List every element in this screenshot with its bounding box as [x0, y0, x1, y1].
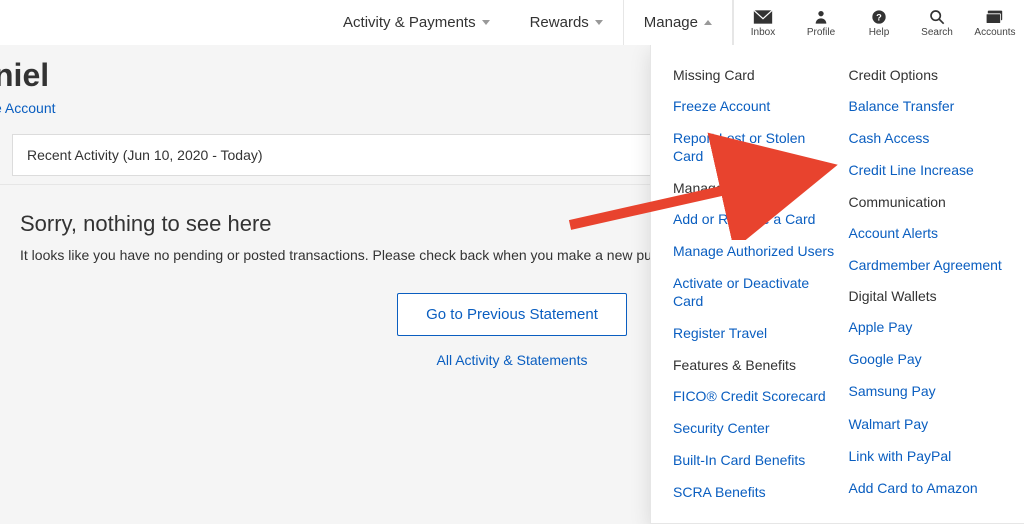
- dd-link-account-alerts[interactable]: Account Alerts: [849, 224, 1015, 242]
- icon-label: Inbox: [751, 27, 775, 38]
- nav-manage[interactable]: Manage: [623, 0, 733, 45]
- cards-icon: [985, 9, 1005, 25]
- account-link[interactable]: e Account: [0, 100, 56, 116]
- dd-link-scra-benefits[interactable]: SCRA Benefits: [673, 483, 839, 501]
- nav-label: Manage: [644, 14, 698, 31]
- dd-header-features-benefits: Features & Benefits: [673, 357, 839, 373]
- dd-link-google-pay[interactable]: Google Pay: [849, 350, 1015, 368]
- dd-link-cardmember-agreement[interactable]: Cardmember Agreement: [849, 256, 1015, 274]
- dd-link-credit-line-increase[interactable]: Credit Line Increase: [849, 161, 1015, 179]
- recent-activity-label: Recent Activity (Jun 10, 2020 - Today): [27, 147, 263, 163]
- dd-link-register-travel[interactable]: Register Travel: [673, 324, 839, 342]
- inbox-button[interactable]: Inbox: [734, 0, 792, 45]
- dd-link-card-benefits[interactable]: Built-In Card Benefits: [673, 451, 839, 469]
- dd-link-walmart-pay[interactable]: Walmart Pay: [849, 415, 1015, 433]
- dd-link-paypal[interactable]: Link with PayPal: [849, 447, 1015, 465]
- svg-text:?: ?: [876, 12, 882, 22]
- dd-link-add-replace-card[interactable]: Add or Replace a Card: [673, 210, 839, 228]
- manage-dropdown: Missing Card Freeze Account Report Lost …: [650, 45, 1024, 524]
- nav-rewards[interactable]: Rewards: [510, 0, 623, 45]
- icon-label: Accounts: [974, 27, 1015, 38]
- profile-button[interactable]: Profile: [792, 0, 850, 45]
- dd-header-communication: Communication: [849, 194, 1015, 210]
- previous-statement-button[interactable]: Go to Previous Statement: [397, 293, 627, 336]
- person-icon: [811, 9, 831, 25]
- dd-link-activate-deactivate[interactable]: Activate or Deactivate Card: [673, 274, 839, 310]
- nav-label: Rewards: [530, 14, 589, 31]
- icon-label: Profile: [807, 27, 835, 38]
- icon-label: Search: [921, 27, 953, 38]
- mail-icon: [753, 9, 773, 25]
- recent-activity-filter[interactable]: Recent Activity (Jun 10, 2020 - Today): [13, 135, 742, 175]
- dd-header-credit-options: Credit Options: [849, 67, 1015, 83]
- chevron-down-icon: [482, 20, 490, 25]
- nav-activity-payments[interactable]: Activity & Payments: [323, 0, 510, 45]
- search-icon: [927, 9, 947, 25]
- manage-col-1: Missing Card Freeze Account Report Lost …: [673, 67, 849, 501]
- dd-link-samsung-pay[interactable]: Samsung Pay: [849, 382, 1015, 400]
- nav-icons: Inbox Profile ? Help Search Accounts: [733, 0, 1024, 45]
- dd-link-fico-scorecard[interactable]: FICO® Credit Scorecard: [673, 387, 839, 405]
- help-button[interactable]: ? Help: [850, 0, 908, 45]
- dd-link-cash-access[interactable]: Cash Access: [849, 129, 1015, 147]
- accounts-button[interactable]: Accounts: [966, 0, 1024, 45]
- dd-link-add-card-amazon[interactable]: Add Card to Amazon: [849, 479, 1015, 497]
- dd-header-missing-card: Missing Card: [673, 67, 839, 83]
- nav-left: Activity & Payments Rewards Manage: [0, 0, 733, 45]
- dd-link-authorized-users[interactable]: Manage Authorized Users: [673, 242, 839, 260]
- help-icon: ?: [869, 9, 889, 25]
- dd-header-digital-wallets: Digital Wallets: [849, 288, 1015, 304]
- dd-header-manage-cards: Manage Cards: [673, 180, 839, 196]
- icon-label: Help: [869, 27, 890, 38]
- dd-link-report-lost[interactable]: Report Lost or Stolen Card: [673, 129, 839, 165]
- top-nav: Activity & Payments Rewards Manage Inbox…: [0, 0, 1024, 45]
- dd-link-apple-pay[interactable]: Apple Pay: [849, 318, 1015, 336]
- dd-link-balance-transfer[interactable]: Balance Transfer: [849, 97, 1015, 115]
- chevron-up-icon: [704, 20, 712, 25]
- chevron-down-icon: [595, 20, 603, 25]
- nav-label: Activity & Payments: [343, 14, 476, 31]
- dd-link-freeze-account[interactable]: Freeze Account: [673, 97, 839, 115]
- search-button[interactable]: Search: [908, 0, 966, 45]
- dd-link-security-center[interactable]: Security Center: [673, 419, 839, 437]
- manage-col-2: Credit Options Balance Transfer Cash Acc…: [849, 67, 1024, 501]
